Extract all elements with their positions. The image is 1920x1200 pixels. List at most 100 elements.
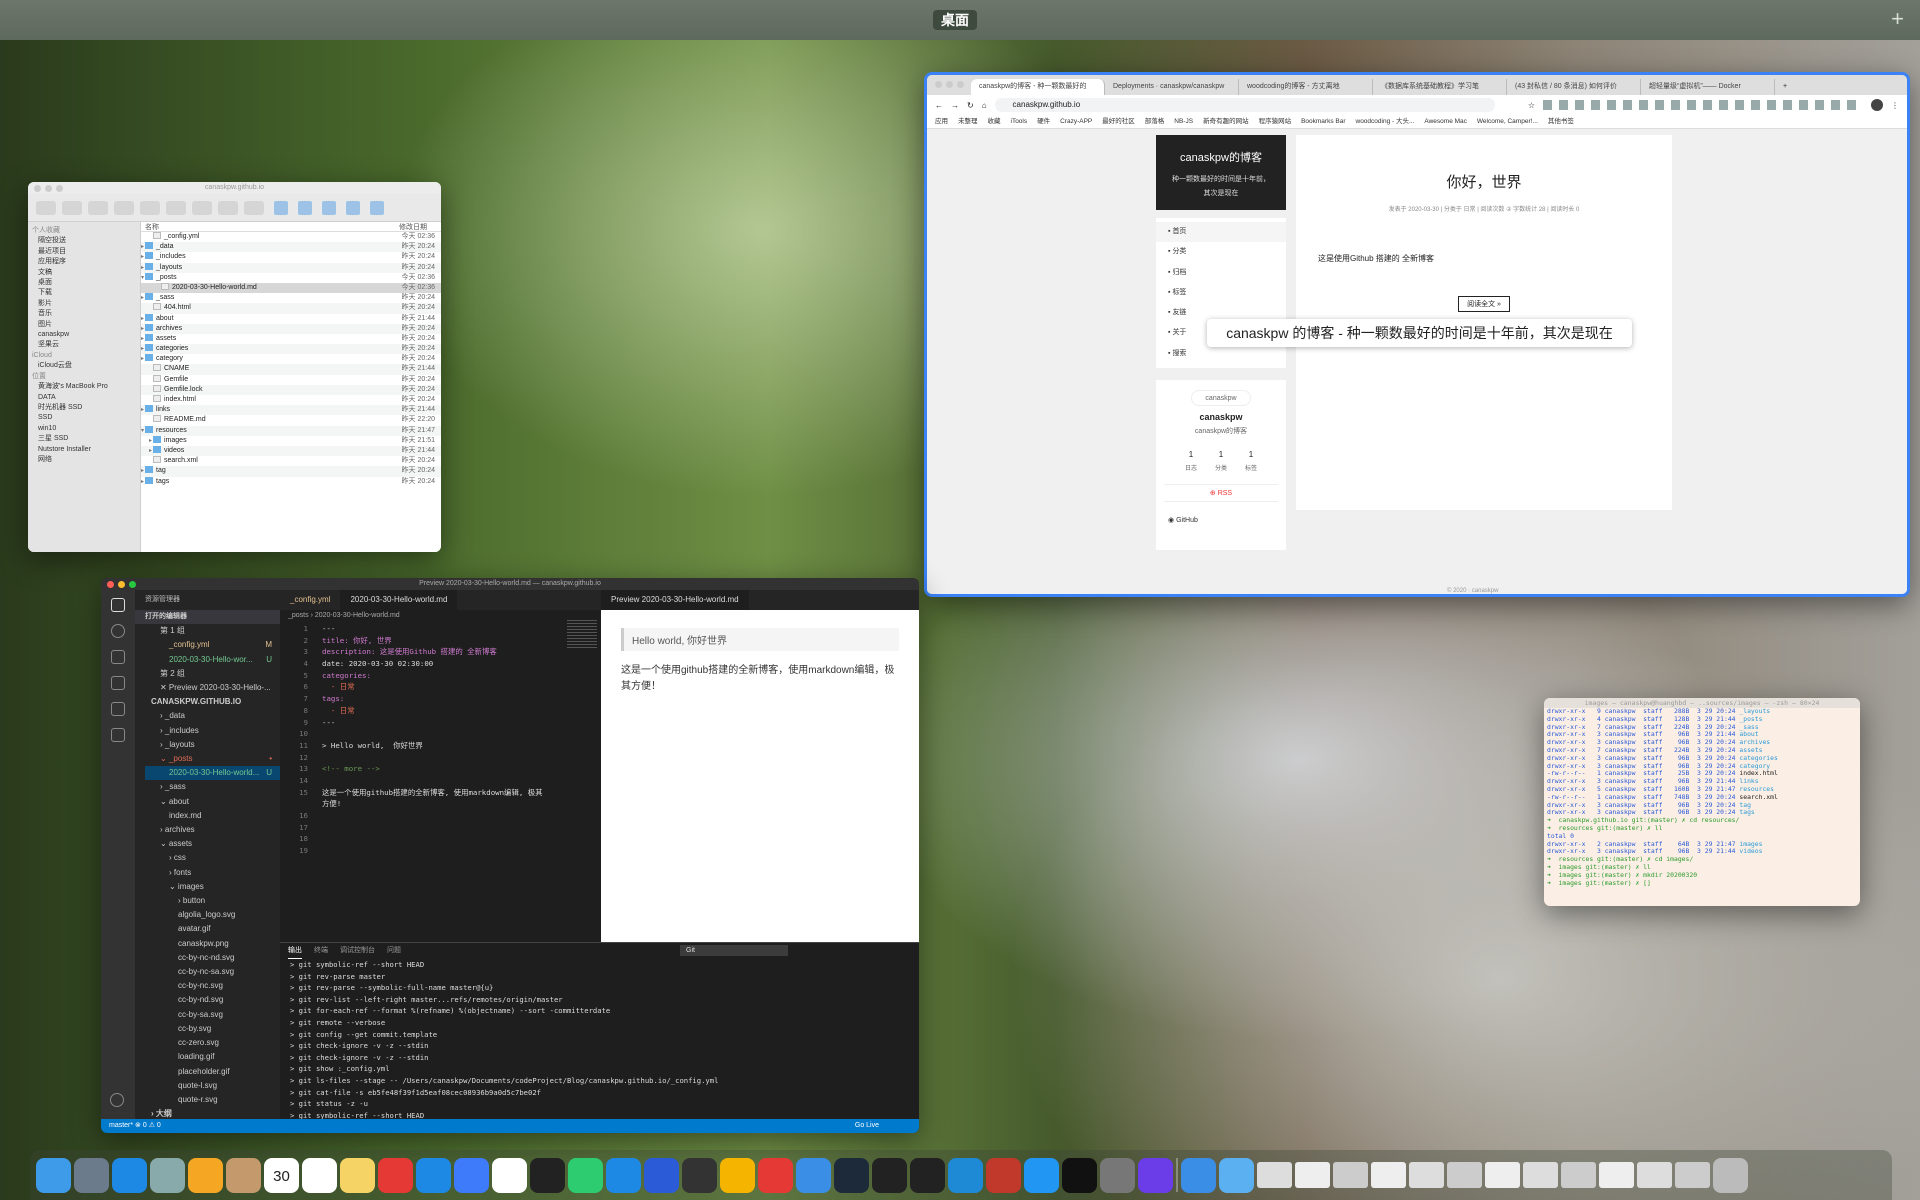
- file-row[interactable]: ▸ assets 昨天 20:24: [141, 333, 441, 344]
- downloads-icon[interactable]: [1181, 1157, 1216, 1193]
- wechat-icon[interactable]: [568, 1157, 603, 1193]
- explorer-item[interactable]: › _sass: [145, 780, 280, 794]
- file-row[interactable]: _config.yml 今天 02:36: [141, 232, 441, 242]
- explorer-item[interactable]: › button: [145, 894, 280, 908]
- bookmark-item[interactable]: 部落格: [1145, 118, 1165, 125]
- explorer-item[interactable]: _config.yml M: [145, 638, 280, 652]
- output-channel-select[interactable]: Git: [680, 945, 788, 956]
- disclosure-icon[interactable]: ▸: [141, 263, 144, 273]
- window-thumb-1[interactable]: [1257, 1162, 1292, 1188]
- explorer-item[interactable]: 第 1 组: [145, 624, 280, 638]
- bookmark-item[interactable]: Bookmarks Bar: [1301, 118, 1345, 125]
- sidebar-item[interactable]: iCloud云盘: [28, 361, 140, 371]
- window-thumb-10[interactable]: [1599, 1162, 1634, 1188]
- window-thumb-4[interactable]: [1371, 1162, 1406, 1188]
- explorer-item[interactable]: cc-by-nc-nd.svg: [145, 951, 280, 965]
- bookmark-item[interactable]: iTools: [1011, 118, 1028, 125]
- explorer-item[interactable]: cc-zero.svg: [145, 1036, 280, 1050]
- toolbar-button[interactable]: [88, 200, 108, 215]
- toolbar-button[interactable]: [218, 200, 238, 215]
- stat-item[interactable]: 1 分类: [1215, 450, 1227, 472]
- explorer-item[interactable]: ⌄ images: [145, 880, 280, 894]
- file-row[interactable]: ▸ category 昨天 20:24: [141, 354, 441, 364]
- file-row[interactable]: 404.html 昨天 20:24: [141, 303, 441, 314]
- discord-icon[interactable]: [1138, 1157, 1173, 1193]
- sidebar-item[interactable]: win10: [28, 424, 140, 434]
- explorer-item[interactable]: cc-by-sa.svg: [145, 1008, 280, 1022]
- read-more-button[interactable]: 阅读全文 »: [1458, 296, 1510, 312]
- column-date[interactable]: 修改日期: [399, 222, 427, 232]
- photos-icon[interactable]: [188, 1157, 223, 1193]
- folder-icon[interactable]: [1219, 1157, 1254, 1193]
- bookmark-item[interactable]: 新奇有趣的网站: [1203, 118, 1249, 125]
- file-row[interactable]: ▸ _sass 昨天 20:24: [141, 293, 441, 303]
- sidebar-item[interactable]: 隔空投送: [28, 236, 140, 246]
- sidebar-item[interactable]: 网络: [28, 455, 140, 465]
- tab-preview[interactable]: Preview 2020-03-30-Hello-world.md: [601, 590, 749, 610]
- sidebar-item[interactable]: 坚果云: [28, 340, 140, 350]
- explorer-item[interactable]: 2020-03-30-Hello-world... U: [145, 766, 280, 781]
- explorer-item[interactable]: cc-by.svg: [145, 1022, 280, 1036]
- explorer-item[interactable]: cc-by-nc.svg: [145, 979, 280, 993]
- terminal-icon[interactable]: [910, 1157, 945, 1193]
- window-thumb-7[interactable]: [1485, 1162, 1520, 1188]
- disclosure-icon[interactable]: ▸: [141, 334, 144, 344]
- remote-icon[interactable]: [111, 728, 125, 742]
- system-preferences-icon[interactable]: [1100, 1157, 1135, 1193]
- explorer-item[interactable]: ⌄ about: [145, 795, 280, 809]
- file-row[interactable]: ▸ _layouts 昨天 20:24: [141, 262, 441, 273]
- vscode-window[interactable]: Preview 2020-03-30-Hello-world.md — cana…: [101, 578, 919, 1133]
- toolbar-button[interactable]: [322, 200, 336, 215]
- profile-avatar[interactable]: [1871, 99, 1883, 111]
- explorer-item[interactable]: › fonts: [145, 866, 280, 880]
- nav-item[interactable]: ▪ 归档: [1156, 263, 1286, 283]
- file-row[interactable]: ▸ archives 昨天 20:24: [141, 323, 441, 334]
- chrome-window[interactable]: canaskpw的博客 - 种一颗数最好的 Deployments · canas…: [924, 72, 1910, 597]
- browser-tab[interactable]: woodcoding的博客 - 方丈离地: [1239, 79, 1373, 95]
- browser-tab[interactable]: 《数据库系统基础教程》学习笔: [1373, 79, 1507, 95]
- rss-link[interactable]: ⊕ RSS: [1164, 484, 1278, 503]
- file-row[interactable]: ▾ resources 昨天 21:47: [141, 425, 441, 436]
- explorer-item[interactable]: ⌄ assets: [145, 837, 280, 851]
- menu-icon[interactable]: ⋮: [1891, 101, 1899, 110]
- browser-tab[interactable]: 超轻量级“虚拟机”—— Docker: [1641, 79, 1775, 95]
- notes-icon[interactable]: [340, 1157, 375, 1193]
- reload-icon[interactable]: ↻: [967, 101, 974, 110]
- parallels-icon[interactable]: [986, 1157, 1021, 1193]
- sidebar-item[interactable]: 下载: [28, 288, 140, 298]
- sidebar-item[interactable]: 文稿: [28, 268, 140, 278]
- disclosure-icon[interactable]: ▸: [141, 354, 144, 364]
- vscode-terminal-icon[interactable]: [872, 1157, 907, 1193]
- sidebar-item[interactable]: 桌面: [28, 278, 140, 288]
- window-thumb-9[interactable]: [1561, 1162, 1596, 1188]
- disclosure-icon[interactable]: ▸: [141, 242, 144, 252]
- launchpad-icon[interactable]: [74, 1157, 109, 1193]
- file-row[interactable]: ▸ _includes 昨天 20:24: [141, 252, 441, 262]
- window-thumb-3[interactable]: [1333, 1162, 1368, 1188]
- sidebar-item[interactable]: 应用程序: [28, 257, 140, 267]
- chrome-icon[interactable]: [720, 1157, 755, 1193]
- panel-tab[interactable]: 输出: [288, 943, 302, 959]
- disclosure-icon[interactable]: ▸: [141, 293, 144, 303]
- sidebar-item[interactable]: 时光机器 SSD: [28, 403, 140, 413]
- nav-item[interactable]: ▪ 分类: [1156, 242, 1286, 262]
- column-name[interactable]: 名称: [145, 222, 159, 232]
- desktop-label[interactable]: 桌面: [933, 10, 977, 30]
- disclosure-icon[interactable]: ▸: [149, 436, 152, 446]
- nav-item[interactable]: ▪ 首页: [1156, 222, 1286, 243]
- sidebar-item[interactable]: 三星 SSD: [28, 434, 140, 444]
- window-thumb-2[interactable]: [1295, 1162, 1330, 1188]
- photo-booth-icon[interactable]: [682, 1157, 717, 1193]
- telegram-icon[interactable]: [796, 1157, 831, 1193]
- explorer-item[interactable]: › _includes: [145, 724, 280, 738]
- lightroom-icon[interactable]: [834, 1157, 869, 1193]
- toolbar-button[interactable]: [36, 200, 56, 215]
- explorer-item[interactable]: › _data: [145, 709, 280, 723]
- add-desktop-button[interactable]: +: [1891, 6, 1904, 32]
- explorer-item[interactable]: ⌄ _posts •: [145, 752, 280, 766]
- window-controls[interactable]: [34, 185, 63, 192]
- file-row[interactable]: ▸ tags 昨天 20:24: [141, 476, 441, 487]
- sidebar-item[interactable]: 最近项目: [28, 247, 140, 257]
- new-tab-button[interactable]: +: [1775, 79, 1795, 95]
- disclosure-icon[interactable]: ▸: [141, 477, 144, 487]
